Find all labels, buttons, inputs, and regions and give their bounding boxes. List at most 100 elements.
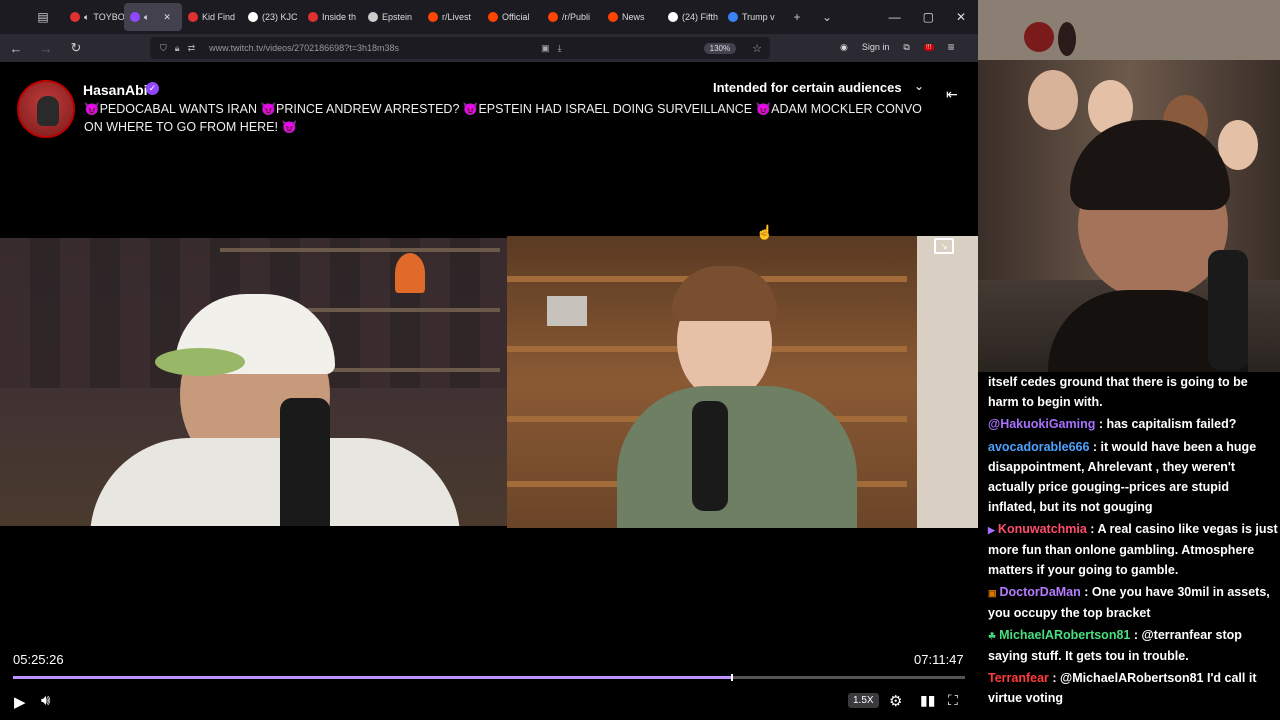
tab-overview-icon[interactable]: ▤ bbox=[34, 10, 52, 24]
tab-favicon-icon bbox=[188, 12, 198, 22]
chat-message: Terranfear : @MichaelARobertson81 I'd ca… bbox=[988, 671, 1257, 705]
browser-tab[interactable]: r/Livest bbox=[422, 3, 482, 31]
notification-icon[interactable]: !!! bbox=[923, 43, 934, 51]
playback-speed-button[interactable]: 1.5X bbox=[848, 693, 879, 708]
back-icon[interactable]: ← bbox=[8, 41, 24, 56]
browser-tab[interactable]: Epstein bbox=[362, 3, 422, 31]
theatre-mode-icon[interactable]: ▮▮ bbox=[920, 692, 935, 709]
play-icon[interactable]: ▶ bbox=[14, 693, 26, 711]
maximize-icon[interactable]: ▢ bbox=[923, 10, 934, 24]
streamer-webcam bbox=[978, 0, 1280, 372]
speaker-icon[interactable]: 🔈︎ bbox=[84, 12, 89, 23]
chat-message: @HakuokiGaming : has capitalism failed? bbox=[988, 417, 1237, 431]
seek-bar-fill bbox=[13, 676, 731, 679]
chat-message: ☘ MichaelARobertson81 : @terranfear stop … bbox=[988, 628, 1242, 663]
tab-bar: ▤ 🔈︎ TOYBO 🔈︎ ✕ Kid Find (23) KJC Inside th Eps… bbox=[0, 0, 978, 34]
tab-favicon-icon bbox=[548, 12, 558, 22]
gear-icon[interactable]: ⚙ bbox=[889, 692, 902, 710]
chat-username[interactable]: Konuwatchmia bbox=[998, 522, 1087, 536]
extensions-icon[interactable]: ⧉ bbox=[903, 42, 909, 53]
tab-label: Official bbox=[502, 12, 530, 22]
fullscreen-icon[interactable]: ⛶ bbox=[948, 692, 958, 709]
chevron-down-icon[interactable]: ⌄ bbox=[818, 10, 836, 24]
chevron-down-icon[interactable]: ⌄ bbox=[914, 79, 924, 93]
mouse-cursor-icon: ☝ bbox=[756, 224, 774, 240]
badge-icon: ☘ bbox=[988, 631, 997, 641]
tab-favicon-icon bbox=[70, 12, 80, 22]
badge-icon: ▶ bbox=[988, 525, 995, 535]
browser-tab[interactable]: /r/Publi bbox=[542, 3, 602, 31]
permissions-icon[interactable]: ⇄ bbox=[188, 43, 196, 54]
close-tab-icon[interactable]: ✕ bbox=[163, 12, 171, 23]
tab-label: News bbox=[622, 12, 645, 22]
speaker-icon[interactable]: 🔈︎ bbox=[144, 12, 149, 23]
chat-username[interactable]: Terranfear bbox=[988, 671, 1049, 685]
account-icon[interactable]: ◉ bbox=[840, 42, 848, 53]
tab-favicon-icon bbox=[608, 12, 618, 22]
bookmark-star-icon[interactable]: ☆ bbox=[752, 42, 762, 55]
sign-in-link[interactable]: Sign in bbox=[862, 42, 890, 52]
browser-tab[interactable]: Official bbox=[482, 3, 542, 31]
tab-favicon-icon bbox=[368, 12, 378, 22]
chat-panel: itself cedes ground that there is going … bbox=[978, 372, 1280, 720]
zoom-level[interactable]: 130% bbox=[703, 42, 737, 54]
video-feed-right bbox=[507, 236, 978, 528]
address-bar[interactable]: ⛉ 🔒︎ ⇄ www.twitch.tv/videos/2702186698?t… bbox=[150, 37, 770, 59]
video-player[interactable] bbox=[0, 236, 978, 528]
chat-message: ▶ Konuwatchmia : A real casino like vegas… bbox=[988, 522, 1278, 577]
chat-username[interactable]: @HakuokiGaming bbox=[988, 417, 1095, 431]
tab-favicon-icon bbox=[248, 12, 258, 22]
browser-tab[interactable]: Kid Find bbox=[182, 3, 242, 31]
download-icon[interactable]: ⤓ bbox=[558, 43, 562, 54]
browser-tab[interactable]: (24) Fifth bbox=[662, 3, 722, 31]
tab-favicon-icon bbox=[308, 12, 318, 22]
collapse-chat-icon[interactable]: ⇤ bbox=[946, 86, 958, 103]
browser-tab[interactable]: (23) KJC bbox=[242, 3, 302, 31]
browser-window: ▤ 🔈︎ TOYBO 🔈︎ ✕ Kid Find (23) KJC Inside th Eps… bbox=[0, 0, 978, 720]
chat-username[interactable]: avocadorable666 bbox=[988, 440, 1089, 454]
tab-label: Inside th bbox=[322, 12, 357, 22]
nav-bar: ← → ↻ ⛉ 🔒︎ ⇄ www.twitch.tv/videos/270218… bbox=[0, 34, 978, 62]
lock-icon[interactable]: 🔒︎ bbox=[175, 43, 180, 54]
volume-icon[interactable]: 🔊︎ bbox=[41, 692, 50, 709]
total-time: 07:11:47 bbox=[914, 652, 964, 667]
tab-favicon-icon bbox=[668, 12, 678, 22]
chat-message: ▣ DoctorDaMan : One you have 30mil in ass… bbox=[988, 585, 1270, 620]
browser-tab[interactable]: Trump v bbox=[722, 3, 782, 31]
browser-tab[interactable]: 🔈︎ TOYBO bbox=[64, 3, 124, 31]
tab-favicon-icon bbox=[488, 12, 498, 22]
audience-label[interactable]: Intended for certain audiences bbox=[713, 80, 902, 95]
chat-message: avocadorable666 : it would have been a h… bbox=[988, 440, 1257, 514]
badge-icon: ▣ bbox=[988, 588, 997, 598]
tab-label: Trump v bbox=[742, 12, 775, 22]
channel-avatar[interactable] bbox=[17, 80, 75, 138]
tab-label: Epstein bbox=[382, 12, 413, 22]
tab-label: /r/Publi bbox=[562, 12, 591, 22]
browser-tab[interactable]: News bbox=[602, 3, 662, 31]
minimize-icon[interactable]: — bbox=[889, 10, 901, 24]
menu-icon[interactable]: ≡ bbox=[948, 40, 955, 54]
chat-message: itself cedes ground that there is going … bbox=[988, 375, 1248, 409]
forward-icon[interactable]: → bbox=[38, 41, 54, 56]
browser-tab[interactable]: Inside th bbox=[302, 3, 362, 31]
reload-icon[interactable]: ↻ bbox=[68, 40, 84, 56]
shield-icon[interactable]: ⛉ bbox=[160, 43, 167, 54]
new-tab-icon[interactable]: + bbox=[788, 10, 806, 24]
url-text[interactable]: www.twitch.tv/videos/2702186698?t=3h18m3… bbox=[209, 43, 399, 53]
picture-in-picture-icon[interactable]: ↘ bbox=[934, 238, 954, 254]
tab-label: TOYBO bbox=[93, 12, 124, 22]
tab-favicon-icon bbox=[428, 12, 438, 22]
chat-username[interactable]: MichaelARobertson81 bbox=[999, 628, 1130, 642]
tab-favicon-icon bbox=[130, 12, 140, 22]
reader-icon[interactable]: ▣ bbox=[541, 43, 550, 54]
seek-bar[interactable] bbox=[13, 674, 965, 681]
current-time: 05:25:26 bbox=[13, 652, 64, 667]
browser-tab[interactable]: 🔈︎ ✕ bbox=[124, 3, 182, 31]
close-icon[interactable]: ✕ bbox=[956, 10, 966, 24]
stream-title: 😈PEDOCABAL WANTS IRAN 😈PRINCE ANDREW ARR… bbox=[84, 102, 922, 134]
channel-name[interactable]: HasanAbi bbox=[83, 82, 148, 98]
chat-username[interactable]: DoctorDaMan bbox=[1000, 585, 1081, 599]
video-feed-left bbox=[0, 238, 507, 526]
verified-badge-icon: ✓ bbox=[146, 82, 159, 95]
seek-bar-handle[interactable] bbox=[730, 674, 733, 681]
